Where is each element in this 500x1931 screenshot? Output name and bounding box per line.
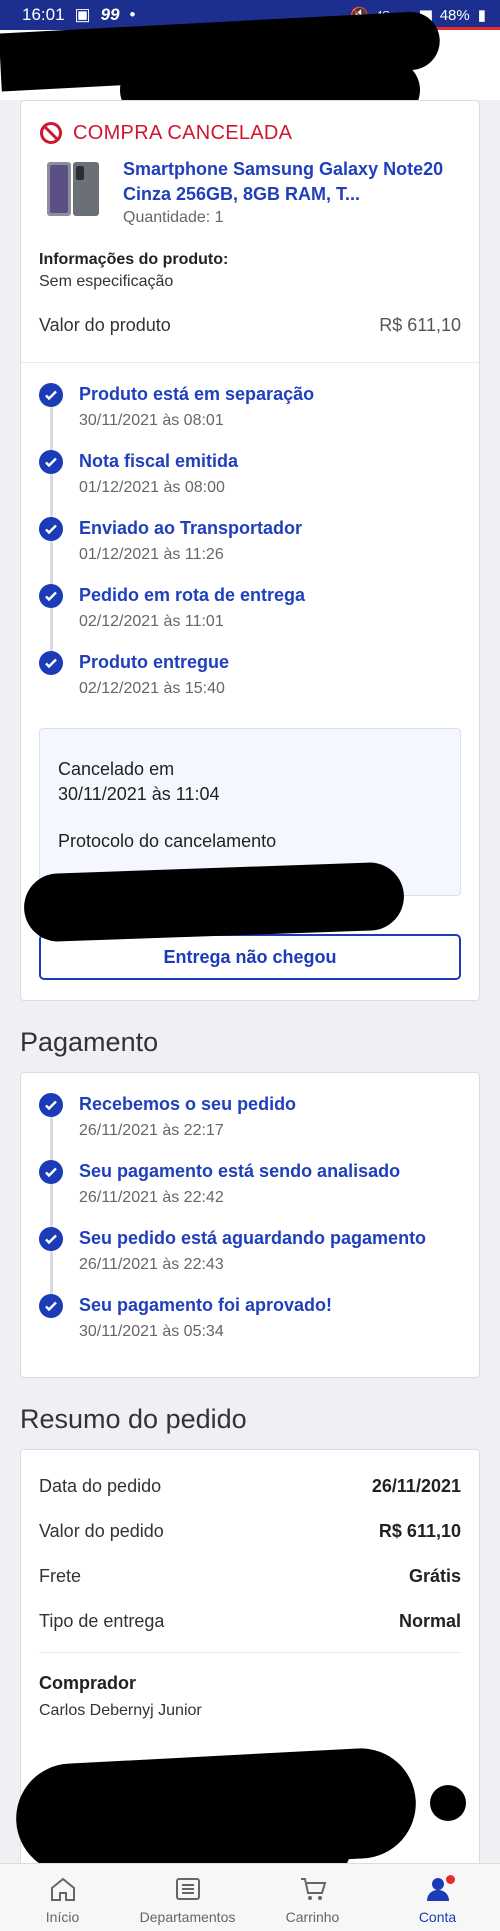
check-icon — [39, 1227, 63, 1251]
cancel-status-label: COMPRA CANCELADA — [73, 121, 293, 144]
summary-label: Valor do pedido — [39, 1521, 164, 1541]
product-value-label: Valor do produto — [39, 315, 171, 335]
timeline-step: Recebemos o seu pedido 26/11/2021 às 22:1… — [39, 1093, 461, 1160]
summary-value: Normal — [398, 1611, 461, 1631]
gallery-icon: ▣ — [74, 5, 91, 24]
product-quantity: Quantidade: 1 — [123, 209, 224, 226]
summary-row: Tipo de entrega Normal — [21, 1599, 479, 1644]
timeline-step-date: 01/12/2021 às 08:00 — [79, 479, 225, 496]
check-icon — [39, 1160, 63, 1184]
nav-item-departamentos[interactable]: Departamentos — [133, 1875, 243, 1925]
timeline-step-date: 01/12/2021 às 11:26 — [79, 546, 224, 563]
payment-title: Pagamento — [20, 1027, 159, 1057]
battery-level: 48% — [439, 6, 470, 24]
summary-label: Tipo de entrega — [39, 1611, 165, 1631]
nav-item-conta[interactable]: Conta — [383, 1875, 493, 1925]
timeline-step: Seu pagamento está sendo analisado 26/11/… — [39, 1160, 461, 1227]
redaction-mark — [22, 861, 406, 943]
timeline-step-title: Seu pagamento está sendo analisado — [79, 1161, 401, 1181]
check-icon — [39, 450, 63, 474]
summary-value: Grátis — [408, 1566, 461, 1586]
summary-label: Data do pedido — [39, 1476, 162, 1496]
check-icon — [39, 651, 63, 675]
timeline-step-title: Seu pagamento foi aprovado! — [79, 1295, 333, 1315]
timeline-step: Pedido em rota de entrega 02/12/2021 às 1… — [39, 584, 461, 651]
timeline-step-date: 26/11/2021 às 22:43 — [79, 1256, 224, 1273]
product-image[interactable] — [39, 157, 109, 221]
nav-item-carrinho[interactable]: Carrinho — [258, 1875, 368, 1925]
list-icon[interactable] — [175, 1875, 201, 1903]
product-row[interactable]: Smartphone Samsung Galaxy Note20 Cinza 2… — [21, 145, 479, 227]
check-icon — [39, 517, 63, 541]
summary-title: Resumo do pedido — [20, 1404, 247, 1434]
timeline-step: Produto entregue 02/12/2021 às 15:40 — [39, 651, 461, 718]
product-info: Informações do produto: Sem especificaçã… — [21, 227, 479, 291]
check-icon — [39, 383, 63, 407]
check-icon — [39, 1294, 63, 1318]
product-value-row: Valor do produto R$ 611,10 — [21, 291, 479, 362]
timeline-step-title: Pedido em rota de entrega — [79, 585, 306, 605]
battery-icon: ▮ — [477, 7, 486, 24]
notification-dot-icon: • — [129, 5, 136, 24]
delivery-timeline: Produto está em separação 30/11/2021 às 0… — [21, 363, 479, 718]
timeline-step-title: Nota fiscal emitida — [79, 451, 239, 471]
cart-icon[interactable] — [299, 1875, 327, 1903]
timeline-step-title: Seu pedido está aguardando pagamento — [79, 1228, 427, 1248]
home-icon[interactable] — [49, 1875, 77, 1903]
product-value-amount: R$ 611,10 — [379, 315, 461, 335]
timeline-step: Nota fiscal emitida 01/12/2021 às 08:00 — [39, 450, 461, 517]
user-icon[interactable] — [425, 1875, 455, 1903]
timeline-step-title: Enviado ao Transportador — [79, 518, 303, 538]
timeline-step-title: Produto entregue — [79, 652, 230, 672]
check-icon — [39, 1093, 63, 1117]
timeline-step-date: 30/11/2021 às 05:34 — [79, 1323, 224, 1340]
timeline-step-date: 02/12/2021 às 11:01 — [79, 613, 224, 630]
nav-label[interactable]: Departamentos — [140, 1909, 236, 1925]
timeline-step: Seu pedido está aguardando pagamento 26/1… — [39, 1227, 461, 1294]
timeline-step-date: 26/11/2021 às 22:17 — [79, 1122, 224, 1139]
summary-row: Frete Grátis — [21, 1554, 479, 1599]
redaction-mark — [430, 1785, 466, 1821]
check-icon — [39, 584, 63, 608]
notification-dot-icon — [445, 1875, 455, 1884]
timeline-step: Enviado ao Transportador 01/12/2021 às 11… — [39, 517, 461, 584]
buyer-section: Comprador Carlos Debernyj Junior — [21, 1653, 479, 1720]
carrier-mark: 99 — [100, 5, 120, 24]
timeline-step-title: Produto está em separação — [79, 384, 315, 404]
bottom-nav: Início Departamentos Carrinho Conta — [0, 1863, 500, 1931]
product-title[interactable]: Smartphone Samsung Galaxy Note20 Cinza 2… — [123, 157, 461, 207]
status-time: 16:01 — [22, 5, 65, 24]
delivery-not-arrived-button[interactable]: Entrega não chegou — [39, 934, 461, 980]
cancellation-label: Cancelado em — [58, 759, 175, 779]
cancellation-date: 30/11/2021 às 11:04 — [58, 784, 220, 804]
buyer-label: Comprador — [39, 1673, 137, 1693]
timeline-step: Seu pagamento foi aprovado! 30/11/2021 às… — [39, 1294, 461, 1361]
payment-card: Recebemos o seu pedido 26/11/2021 às 22:1… — [20, 1072, 480, 1378]
timeline-step-date: 26/11/2021 às 22:42 — [79, 1189, 224, 1206]
summary-value: R$ 611,10 — [378, 1521, 461, 1541]
nav-label[interactable]: Conta — [419, 1909, 456, 1925]
nav-label[interactable]: Início — [46, 1909, 79, 1925]
summary-label: Frete — [39, 1566, 82, 1586]
payment-timeline: Recebemos o seu pedido 26/11/2021 às 22:1… — [21, 1073, 479, 1361]
cancel-status: COMPRA CANCELADA — [21, 101, 479, 145]
timeline-step-title: Recebemos o seu pedido — [79, 1094, 297, 1114]
timeline-step: Produto está em separação 30/11/2021 às 0… — [39, 383, 461, 450]
product-info-label: Informações do produto: — [39, 251, 229, 268]
timeline-step-date: 02/12/2021 às 15:40 — [79, 680, 225, 697]
nav-item-inicio[interactable]: Início — [8, 1875, 118, 1925]
nav-label[interactable]: Carrinho — [286, 1909, 340, 1925]
summary-row: Data do pedido 26/11/2021 — [21, 1464, 479, 1509]
summary-value: 26/11/2021 — [371, 1476, 461, 1496]
buyer-name: Carlos Debernyj Junior — [39, 1702, 202, 1719]
timeline-step-date: 30/11/2021 às 08:01 — [79, 412, 224, 429]
summary-row: Valor do pedido R$ 611,10 — [21, 1509, 479, 1554]
cancel-icon — [40, 122, 62, 144]
cancellation-protocol-label: Protocolo do cancelamento — [58, 831, 277, 851]
product-info-value: Sem especificação — [39, 273, 174, 290]
